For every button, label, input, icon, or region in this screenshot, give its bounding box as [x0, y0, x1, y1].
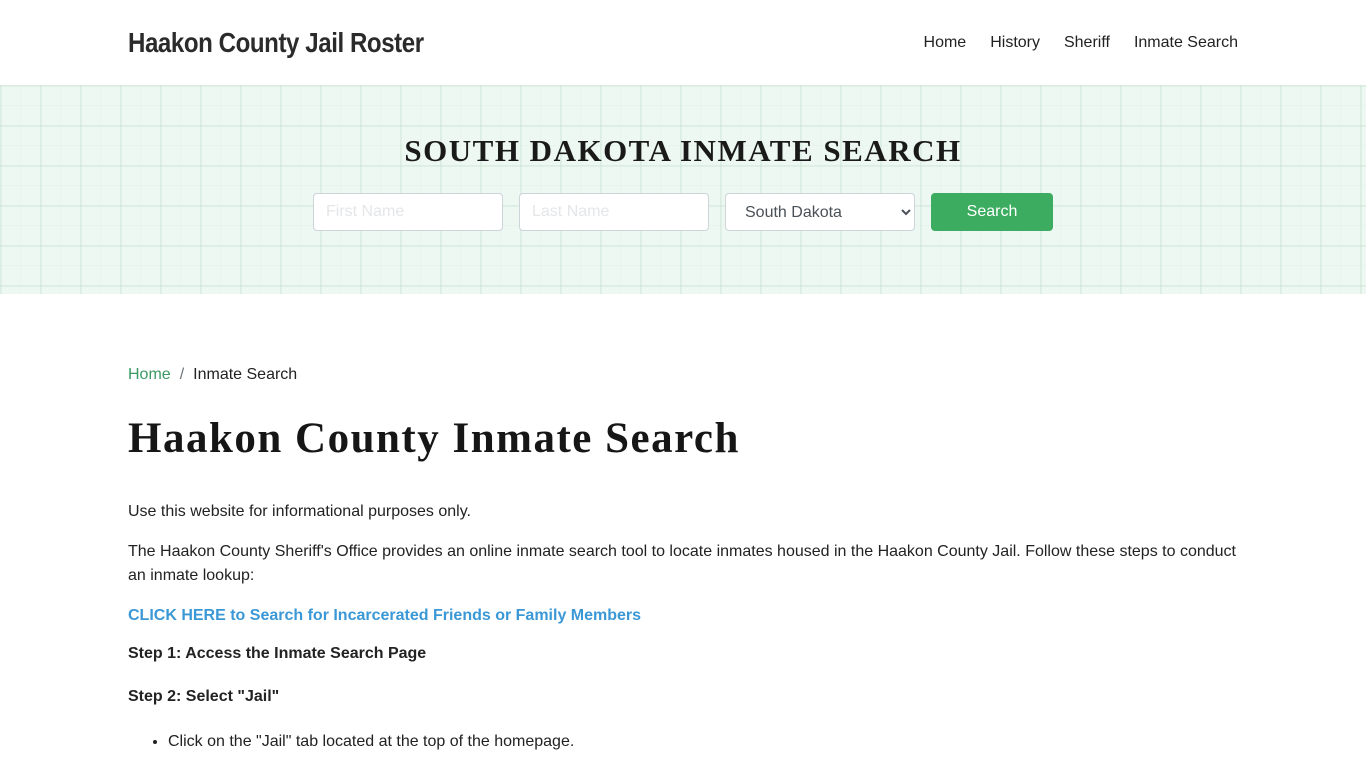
search-button[interactable]: Search — [931, 193, 1053, 231]
hero-title: SOUTH DAKOTA INMATE SEARCH — [404, 133, 962, 168]
breadcrumb: Home / Inmate Search — [128, 366, 1238, 384]
nav-sheriff[interactable]: Sheriff — [1052, 33, 1122, 53]
list-item: Click on the "Jail" tab located at the t… — [168, 730, 1238, 754]
state-select[interactable]: South Dakota — [725, 193, 915, 231]
site-header: Haakon County Jail Roster Home History S… — [0, 0, 1366, 85]
nav-inmate-search[interactable]: Inmate Search — [1122, 33, 1238, 53]
site-brand-link[interactable]: Haakon County Jail Roster — [128, 27, 424, 59]
inmate-search-form: South Dakota Search — [0, 193, 1366, 231]
nav-home[interactable]: Home — [912, 33, 979, 53]
search-hero: SOUTH DAKOTA INMATE SEARCH South Dakota … — [0, 85, 1366, 294]
breadcrumb-current: Inmate Search — [193, 366, 298, 383]
main-content: Home / Inmate Search Haakon County Inmat… — [0, 294, 1366, 754]
nav-history[interactable]: History — [978, 33, 1052, 53]
breadcrumb-separator: / — [179, 366, 185, 383]
main-nav: Home History Sheriff Inmate Search — [912, 33, 1238, 53]
step-2-list: Click on the "Jail" tab located at the t… — [128, 730, 1238, 754]
last-name-input[interactable] — [519, 193, 709, 231]
search-incarcerated-link[interactable]: CLICK HERE to Search for Incarcerated Fr… — [128, 604, 1238, 628]
description-text: The Haakon County Sheriff's Office provi… — [128, 543, 1236, 584]
intro-text: Use this website for informational purpo… — [128, 503, 471, 520]
breadcrumb-home[interactable]: Home — [128, 366, 171, 384]
page-title: Haakon County Inmate Search — [128, 415, 740, 462]
step-1-heading: Step 1: Access the Inmate Search Page — [128, 645, 427, 662]
first-name-input[interactable] — [313, 193, 503, 231]
step-2-heading: Step 2: Select "Jail" — [128, 688, 280, 705]
